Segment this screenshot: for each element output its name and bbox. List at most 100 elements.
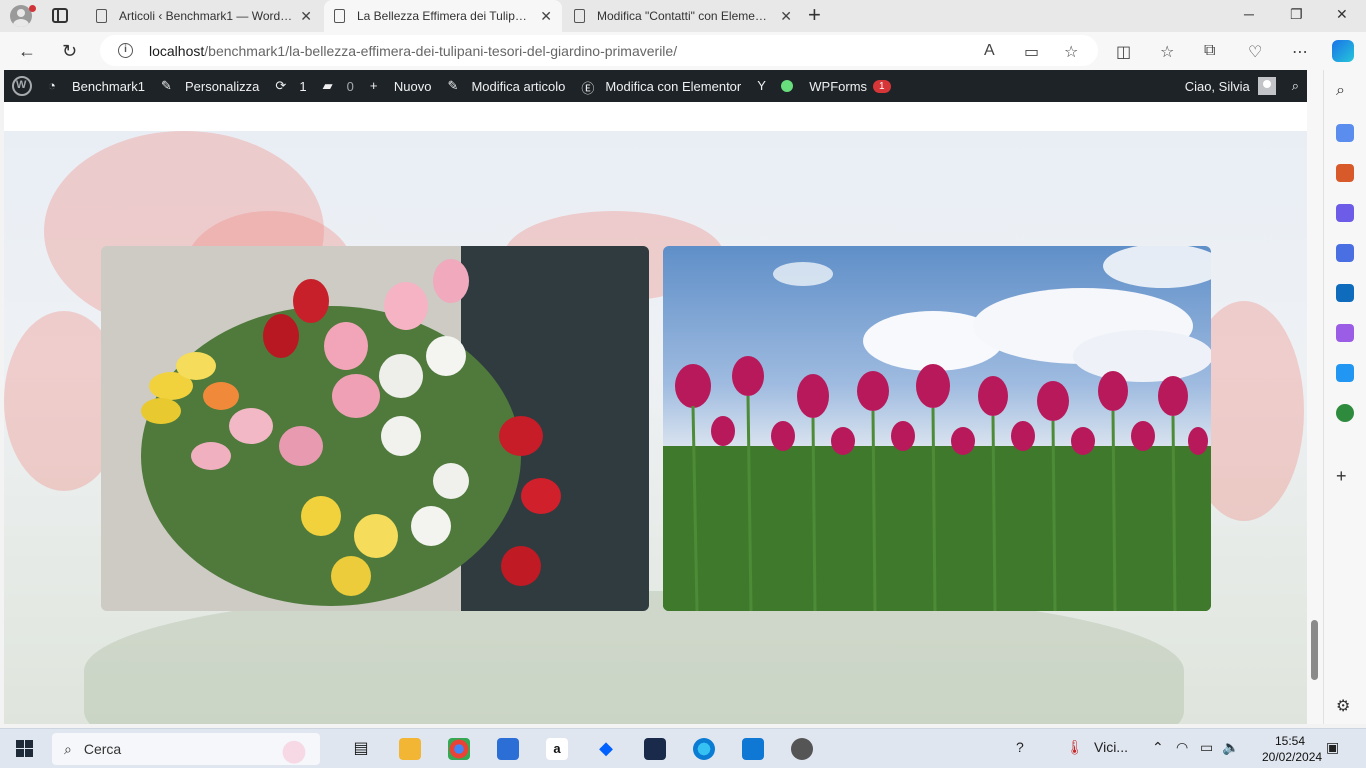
yoast-icon: Y xyxy=(757,78,766,93)
greeting-label: Ciao, Silvia xyxy=(1184,78,1250,94)
page-icon xyxy=(574,9,585,23)
sidebar-tools-icon[interactable] xyxy=(1336,164,1354,182)
plus-icon: + xyxy=(369,78,378,93)
tab-articoli[interactable]: Articoli ‹ Benchmark1 — WordPress ✕ xyxy=(86,0,322,32)
minimize-button[interactable]: ─ xyxy=(1244,6,1254,22)
chrome-icon[interactable] xyxy=(448,738,470,760)
amazon-icon[interactable]: a xyxy=(546,738,568,760)
account-menu[interactable]: Ciao, Silvia xyxy=(1177,70,1284,102)
bouquet-illustration xyxy=(101,246,649,611)
mail-icon[interactable] xyxy=(742,738,764,760)
customize-link[interactable]: ✎ Personalizza xyxy=(153,70,267,102)
yoast-seo-menu[interactable]: Y xyxy=(749,70,801,102)
tulip-field-illustration xyxy=(663,246,1211,611)
store-icon[interactable] xyxy=(497,738,519,760)
read-aloud-icon[interactable]: A xyxy=(984,42,995,60)
page-content xyxy=(4,102,1307,724)
new-content-menu[interactable]: + Nuovo xyxy=(362,70,440,102)
windows-taskbar: ⌕ Cerca ▤ a ◆ ? 🌡 Vici... ⌃ ◠ ▭ 🔈 15:54 … xyxy=(0,728,1366,768)
tulip-bouquet-image xyxy=(101,246,649,611)
edit-elementor-label: Modifica con Elementor xyxy=(605,78,742,94)
clock-time: 15:54 xyxy=(1274,734,1306,748)
new-label: Nuovo xyxy=(393,78,432,94)
show-hidden-icon[interactable]: ⌃ xyxy=(1152,739,1164,756)
url-host: localhost xyxy=(149,42,205,59)
sidebar-designer-icon[interactable] xyxy=(1336,324,1354,342)
sidebar-add-icon[interactable]: + xyxy=(1336,466,1354,486)
notification-dot-icon xyxy=(29,5,36,12)
new-tab-button[interactable]: + xyxy=(808,4,821,26)
taskbar-search[interactable]: ⌕ Cerca xyxy=(52,733,320,765)
sidebar-settings-icon[interactable]: ⚙ xyxy=(1336,696,1354,715)
notification-center-icon[interactable]: ▣ xyxy=(1326,739,1339,756)
updates-icon: ⟳ xyxy=(275,78,287,93)
sidebar-outlook-icon[interactable] xyxy=(1336,284,1354,302)
close-tab-icon[interactable]: ✕ xyxy=(780,8,792,25)
sidebar-tree-icon[interactable] xyxy=(1336,404,1354,422)
address-toolbar: ← ↻ i localhost/benchmark1/la-bellezza-e… xyxy=(0,32,1366,70)
collections-icon[interactable]: ⧉ xyxy=(1204,42,1215,60)
updates-count: 1 xyxy=(299,78,307,94)
sidebar-games-icon[interactable] xyxy=(1336,204,1354,222)
address-bar[interactable]: i localhost/benchmark1/la-bellezza-effim… xyxy=(100,35,1098,66)
sidebar-m365-icon[interactable] xyxy=(1336,244,1354,262)
comments-link[interactable]: ▰ 0 xyxy=(315,70,362,102)
wpforms-label: WPForms xyxy=(809,78,868,94)
clock[interactable]: 15:54 20/02/2024 xyxy=(1262,733,1322,765)
file-explorer-icon[interactable] xyxy=(399,738,421,760)
tab-title: La Bellezza Effimera dei Tulipani: Tesor… xyxy=(357,9,533,23)
restore-button[interactable]: ❐ xyxy=(1290,6,1303,23)
tab-contatti-elementor[interactable]: Modifica "Contatti" con Elementor ✕ xyxy=(564,0,802,32)
updates-link[interactable]: ⟳ 1 xyxy=(267,70,314,102)
battery-icon[interactable]: ▭ xyxy=(1200,739,1213,756)
back-icon[interactable]: ← xyxy=(18,41,36,62)
edit-elementor-link[interactable]: Ⓔ Modifica con Elementor xyxy=(573,70,749,102)
wpforms-menu[interactable]: WPForms 1 xyxy=(801,70,898,102)
edge-sidebar: ⌕ + ⚙ xyxy=(1323,70,1366,724)
edit-post-link[interactable]: ✎ Modifica articolo xyxy=(439,70,573,102)
split-screen-icon[interactable]: ◫ xyxy=(1116,42,1131,62)
dropbox-icon[interactable]: ◆ xyxy=(595,738,617,760)
wifi-icon[interactable]: ◠ xyxy=(1176,739,1188,756)
browser-essentials-icon[interactable]: ♡ xyxy=(1248,42,1262,62)
edge-icon[interactable] xyxy=(693,738,715,760)
sidebar-tag-icon[interactable] xyxy=(1336,124,1354,142)
elementor-icon: Ⓔ xyxy=(581,81,595,96)
header-strip xyxy=(4,102,1307,131)
page-icon xyxy=(334,9,345,23)
brush-icon: ✎ xyxy=(160,78,172,93)
volume-icon[interactable]: 🔈 xyxy=(1222,739,1239,756)
favorites-icon[interactable]: ☆ xyxy=(1160,42,1174,62)
sidebar-search-icon[interactable]: ⌕ xyxy=(1336,82,1354,100)
page-icon xyxy=(96,9,107,23)
refresh-icon[interactable]: ↻ xyxy=(62,41,77,62)
comments-count: 0 xyxy=(346,78,354,94)
search-placeholder: Cerca xyxy=(83,741,122,757)
task-view-icon[interactable]: ▤ xyxy=(350,738,372,760)
weather-icon[interactable]: 🌡 xyxy=(1066,739,1084,756)
close-tab-icon[interactable]: ✕ xyxy=(540,8,552,25)
site-info-icon[interactable]: i xyxy=(118,43,133,58)
close-window-button[interactable]: ✕ xyxy=(1336,6,1348,23)
wp-logo-menu[interactable] xyxy=(4,70,40,102)
immersive-reader-icon[interactable]: ▭ xyxy=(1024,42,1039,62)
site-name-menu[interactable]: ◔ Benchmark1 xyxy=(40,70,153,102)
copilot-icon[interactable] xyxy=(1332,40,1354,62)
favorite-star-icon[interactable]: ☆ xyxy=(1064,42,1078,62)
help-icon[interactable]: ? xyxy=(1016,739,1024,755)
seo-status-dot-icon xyxy=(781,80,794,92)
admin-search-icon[interactable]: ⌕ xyxy=(1284,70,1307,102)
wordpress-logo-icon xyxy=(12,76,32,96)
powershell-icon[interactable] xyxy=(644,738,666,760)
tab-tulipani[interactable]: La Bellezza Effimera dei Tulipani: Tesor… xyxy=(324,0,562,32)
scrollbar-thumb[interactable] xyxy=(1311,620,1318,680)
weather-label[interactable]: Vici... xyxy=(1094,739,1128,755)
edit-post-label: Modifica articolo xyxy=(471,78,566,94)
tab-actions-icon[interactable] xyxy=(52,8,68,23)
url-path: /benchmark1/la-bellezza-effimera-dei-tul… xyxy=(204,42,678,59)
github-icon[interactable] xyxy=(791,738,813,760)
more-menu-icon[interactable]: ⋯ xyxy=(1292,42,1308,62)
start-button[interactable] xyxy=(16,740,33,757)
close-tab-icon[interactable]: ✕ xyxy=(300,8,312,25)
sidebar-send-icon[interactable] xyxy=(1336,364,1354,382)
